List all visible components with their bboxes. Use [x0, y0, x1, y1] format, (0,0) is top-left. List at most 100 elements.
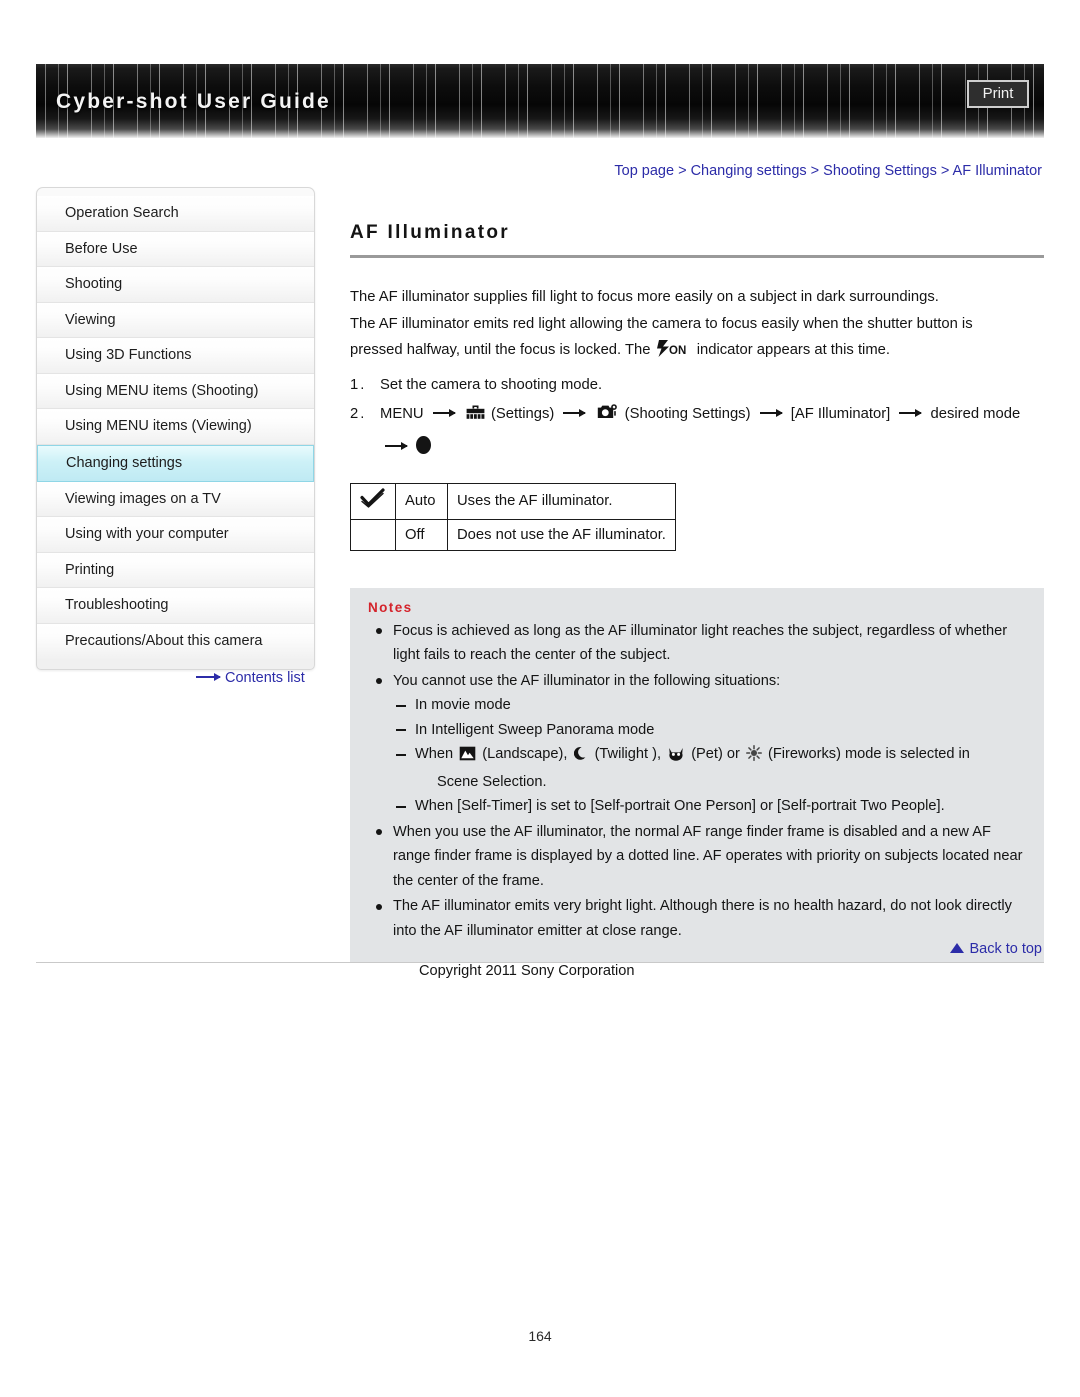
- step-2-text: MENU (Settings) (Shooting Settings) [AF …: [380, 400, 1044, 432]
- notes-box: Notes Focus is achieved as long as the A…: [350, 587, 1044, 962]
- step-1-text: Set the camera to shooting mode.: [380, 376, 603, 393]
- af-illuminator-item-label: [AF Illuminator]: [790, 405, 891, 422]
- sidebar-item-label: Using MENU items (Shooting): [65, 382, 259, 399]
- arrow-right-icon: [563, 409, 587, 416]
- landscape-label: (Landscape),: [482, 746, 568, 762]
- sidebar-item-label: Viewing images on a TV: [65, 490, 221, 507]
- document-page: Cyber-shot User Guide Print Top page > C…: [0, 0, 1080, 1397]
- sidebar-item-using-with-your-computer[interactable]: Using with your computer: [37, 517, 314, 553]
- note-sub-item-scene-modes: When (Landscape), (Twilight), (Pet) or …: [393, 742, 1026, 794]
- sidebar-item-using-3d-functions[interactable]: Using 3D Functions: [37, 338, 314, 374]
- step-2-number: 2.: [350, 405, 367, 422]
- sidebar-item-troubleshooting[interactable]: Troubleshooting: [37, 588, 314, 624]
- intro-paragraph: The AF illuminator supplies fill light t…: [350, 284, 1044, 367]
- sidebar-item-label: Using with your computer: [65, 526, 229, 542]
- option-name: Auto: [395, 482, 448, 520]
- note-line: You cannot use the AF illuminator in the…: [393, 672, 781, 689]
- procedure-steps: 1. Set the camera to shooting mode. 2. M…: [350, 371, 1044, 461]
- note-sub-item: When [Self-Timer] is set to [Self-portra…: [393, 794, 1026, 819]
- header-banner: Cyber-shot User Guide Print: [36, 64, 1044, 138]
- step-1-number: 1.: [350, 376, 367, 393]
- note-sub-list: In movie mode In Intelligent Sweep Panor…: [393, 693, 1026, 819]
- arrow-right-icon: [432, 409, 456, 416]
- pet-cat-icon: [667, 745, 685, 770]
- note-line: The AF illuminator emits very bright lig…: [393, 898, 962, 914]
- note-item: Focus is achieved as long as the AF illu…: [368, 619, 1026, 668]
- table-row: Off Does not use the AF illuminator.: [350, 518, 676, 551]
- scene-selection-continuation: Scene Selection.: [437, 773, 547, 790]
- page-title: AF Illuminator: [350, 222, 510, 243]
- intro-line-2: The AF illuminator emits red light allow…: [350, 315, 973, 332]
- notes-title: Notes: [368, 599, 413, 615]
- shooting-settings-label: (Shooting Settings): [624, 405, 751, 422]
- contents-list-link[interactable]: Contents list: [196, 670, 305, 686]
- row-selected-checkmark-cell: [350, 518, 396, 551]
- sidebar-item-label: Using 3D Functions: [65, 347, 192, 363]
- menu-label: MENU: [380, 405, 424, 422]
- sub-item-prefix: When: [415, 746, 454, 762]
- sidebar-item-viewing-images-on-a-tv[interactable]: Viewing images on a TV: [37, 481, 314, 517]
- contents-list-label: Contents list: [225, 670, 305, 686]
- arrow-right-icon: [385, 442, 408, 449]
- arrow-right-icon: [899, 409, 923, 416]
- sidebar-item-label: Using MENU items (Viewing): [65, 418, 252, 434]
- breadcrumb-text[interactable]: Top page > Changing settings > Shooting …: [614, 163, 1042, 179]
- svg-text:ON: ON: [669, 345, 686, 357]
- note-item: The AF illuminator emits very bright lig…: [368, 894, 1026, 943]
- sidebar-item-viewing[interactable]: Viewing: [37, 302, 314, 338]
- twilight-label: (Twilight ),: [594, 746, 662, 762]
- step-1: 1. Set the camera to shooting mode.: [350, 371, 1044, 400]
- option-name: Off: [395, 518, 448, 551]
- back-to-top-label: Back to top: [969, 941, 1042, 957]
- note-sub-item: In movie mode: [393, 693, 1026, 718]
- desired-mode-label: desired mode: [930, 405, 1021, 422]
- note-line: Focus is achieved as long as the AF illu…: [393, 622, 952, 639]
- shooting-settings-camera-icon: [597, 403, 619, 432]
- step-2: 2. MENU (Settings) (Shooting Settings) […: [350, 400, 1044, 432]
- sidebar-item-label: Shooting: [65, 276, 123, 292]
- settings-toolbox-icon: [466, 403, 485, 432]
- site-title: Cyber-shot User Guide: [56, 90, 331, 113]
- note-line: When you use the AF illuminator, the nor…: [393, 823, 969, 840]
- sidebar-item-printing[interactable]: Printing: [37, 552, 314, 588]
- sidebar-item-operation-search[interactable]: Operation Search: [37, 196, 314, 232]
- breadcrumb[interactable]: Top page > Changing settings > Shooting …: [614, 163, 1042, 179]
- settings-label: (Settings): [490, 405, 555, 422]
- note-item: When you use the AF illuminator, the nor…: [368, 820, 1026, 894]
- arrow-right-icon: [196, 673, 221, 682]
- title-divider: [350, 255, 1044, 258]
- intro-line-3: pressed halfway, until the focus is lock…: [350, 337, 1044, 367]
- intro-line-3b: indicator appears at this time.: [696, 342, 891, 358]
- table-row: Auto Uses the AF illuminator.: [350, 482, 676, 520]
- sidebar-item-menu-items-shooting[interactable]: Using MENU items (Shooting): [37, 373, 314, 409]
- step-2-continuation: [350, 432, 1044, 461]
- print-button[interactable]: Print: [967, 80, 1029, 108]
- arrow-right-icon: [759, 409, 783, 416]
- options-table: Auto Uses the AF illuminator. Off Does n…: [350, 482, 676, 551]
- note-item: You cannot use the AF illuminator in the…: [368, 669, 1026, 819]
- sidebar-item-label: Printing: [65, 561, 115, 578]
- option-description: Uses the AF illuminator.: [447, 482, 676, 520]
- notes-list: Focus is achieved as long as the AF illu…: [368, 619, 1026, 944]
- sidebar-item-precautions-about-this-camera[interactable]: Precautions/About this camera: [37, 623, 314, 659]
- page-number: 164: [528, 1328, 552, 1344]
- note-sub-item: In Intelligent Sweep Panorama mode: [393, 718, 1026, 743]
- intro-line-3a: pressed halfway, until the focus is lock…: [350, 342, 651, 358]
- sidebar-item-label: Before Use: [65, 240, 138, 257]
- center-button-icon: [416, 435, 432, 454]
- sidebar-item-changing-settings[interactable]: Changing settings: [37, 444, 314, 482]
- sidebar-item-label: Precautions/About this camera: [65, 632, 263, 649]
- option-description: Does not use the AF illuminator.: [447, 518, 676, 551]
- sidebar-nav: Operation Search Before Use Shooting Vie…: [36, 187, 315, 670]
- sidebar-item-label: Viewing: [65, 311, 116, 328]
- sidebar-item-label: Changing settings: [66, 454, 183, 471]
- row-selected-checkmark-cell: [350, 482, 396, 520]
- twilight-moon-icon: [573, 745, 589, 770]
- site-header: Cyber-shot User Guide Print: [36, 64, 1044, 138]
- sidebar-item-shooting[interactable]: Shooting: [37, 267, 314, 303]
- fireworks-icon: [745, 745, 762, 770]
- sidebar-item-before-use[interactable]: Before Use: [37, 231, 314, 267]
- back-to-top-link[interactable]: Back to top: [950, 941, 1042, 957]
- pet-label: (Pet) or: [691, 746, 740, 762]
- sidebar-item-menu-items-viewing[interactable]: Using MENU items (Viewing): [37, 409, 314, 445]
